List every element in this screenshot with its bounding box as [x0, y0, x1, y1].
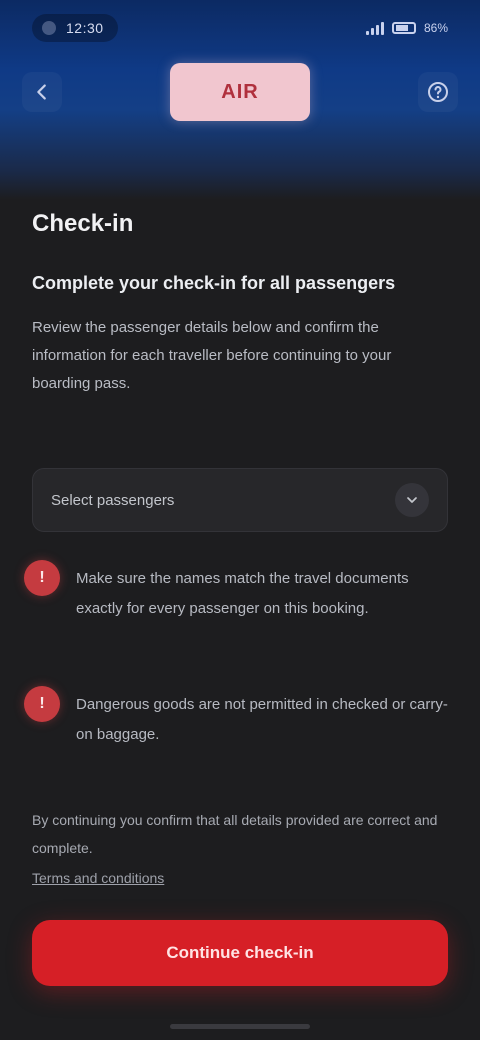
passenger-selector[interactable]: Select passengers — [32, 468, 448, 532]
back-button[interactable] — [22, 72, 62, 112]
info-item: ! Make sure the names match the travel d… — [24, 560, 448, 624]
description: Review the passenger details below and c… — [32, 319, 392, 392]
help-button[interactable] — [418, 72, 458, 112]
signal-icon — [365, 21, 384, 35]
continue-button-label: Continue check-in — [166, 943, 314, 962]
logo-text: AIR — [221, 80, 259, 103]
battery-icon — [391, 22, 416, 34]
footnote: By continuing you confirm that all detai… — [32, 812, 438, 856]
chevron-down-icon — [395, 483, 429, 517]
status-time-pill: 12:30 — [32, 14, 118, 42]
home-indicator — [170, 1024, 310, 1029]
headline: Complete your check-in for all passenger… — [32, 273, 396, 293]
continue-button[interactable]: Continue check-in — [32, 920, 448, 986]
selector-label: Select passengers — [51, 491, 175, 509]
info-item: ! Dangerous goods are not permitted in c… — [24, 686, 448, 750]
help-circle-icon — [428, 82, 448, 102]
status-time: 12:30 — [66, 20, 104, 36]
status-indicator-icon — [42, 21, 56, 35]
battery-level: 86% — [423, 21, 448, 35]
arrow-left-icon — [37, 84, 46, 100]
status-bar: 12:30 86% — [0, 0, 480, 56]
brand-logo: AIR — [170, 63, 310, 121]
page-title: Check-in — [32, 210, 134, 237]
app-bar: AIR — [0, 62, 480, 122]
main-content: Check-in Complete your check-in for all … — [32, 210, 448, 398]
status-icons: 86% — [365, 21, 448, 35]
warning-icon: ! — [24, 686, 60, 722]
terms-link[interactable]: Terms and conditions — [32, 870, 164, 886]
checkin-screen: 12:30 86% AIR Check-in Complete your che… — [0, 0, 480, 1040]
warning-icon: ! — [24, 560, 60, 596]
info-text: Dangerous goods are not permitted in che… — [76, 696, 448, 743]
info-text: Make sure the names match the travel doc… — [76, 570, 409, 617]
